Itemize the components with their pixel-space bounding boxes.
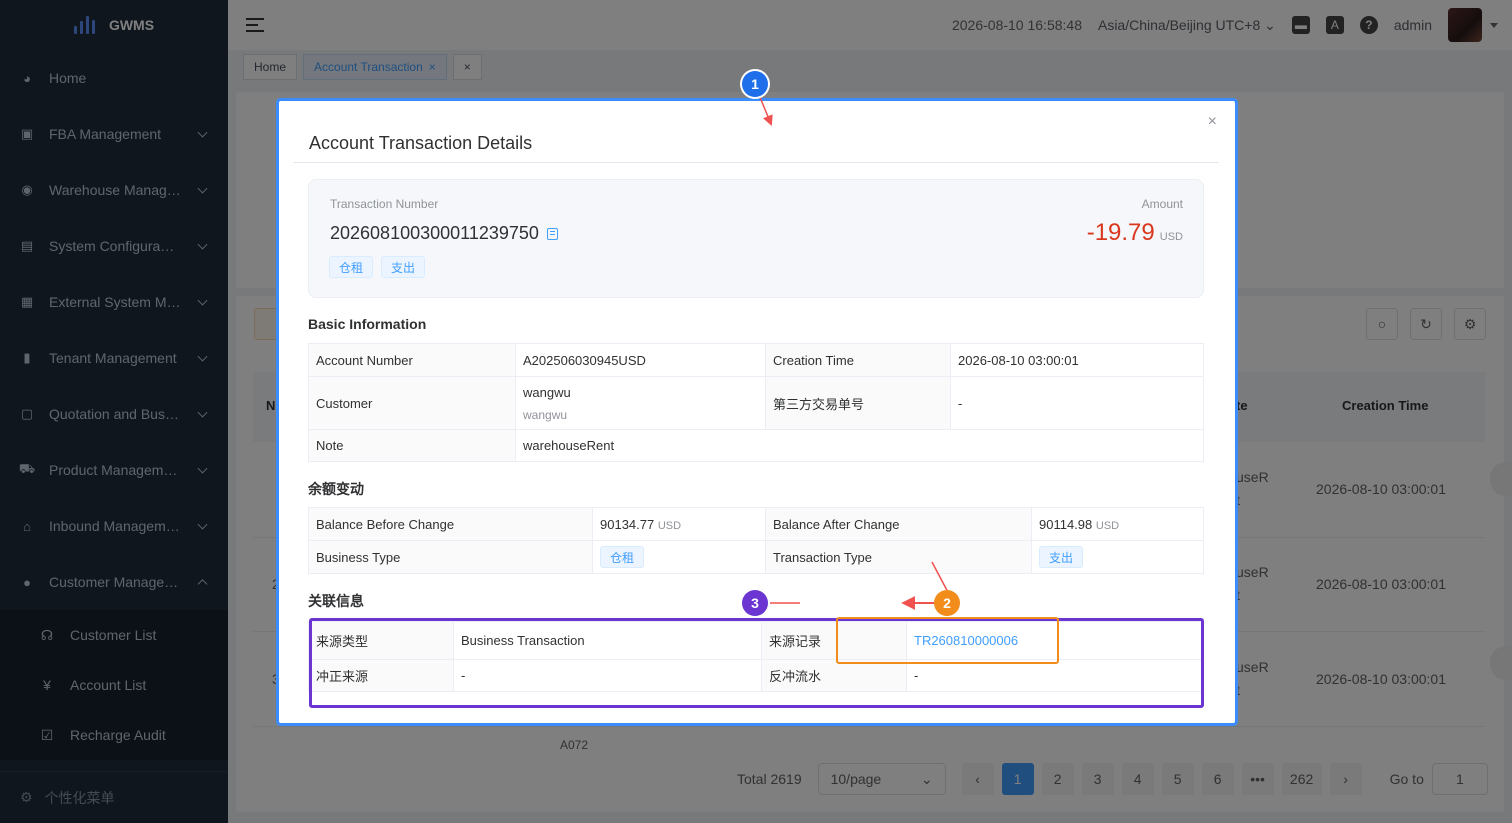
note-value: warehouseRent — [515, 429, 1204, 462]
dialog-title: Account Transaction Details — [309, 133, 533, 153]
copy-icon[interactable] — [546, 227, 558, 240]
transaction-type-tag: 支出 — [1039, 546, 1084, 568]
table-row: Note warehouseRent — [308, 429, 1204, 462]
transaction-number-label: Transaction Number — [330, 197, 439, 211]
transaction-type-cell: 支出 — [1031, 540, 1204, 574]
third-party-label: 第三方交易单号 — [765, 376, 951, 430]
annotation-box-related-info — [309, 618, 1204, 708]
amount: -19.79 USD — [1087, 219, 1183, 247]
customer-code: wangwu — [523, 407, 568, 422]
business-type-label: Business Type — [308, 540, 593, 574]
amount-currency: USD — [1159, 231, 1183, 243]
transaction-number: 202608100300011239750 — [330, 223, 558, 244]
note-label: Note — [308, 429, 516, 462]
business-type-cell: 仓租 — [592, 540, 766, 574]
table-row: Account Number A202506030945USD Creation… — [308, 343, 1204, 377]
creation-time-value: 2026-08-10 03:00:01 — [950, 343, 1204, 377]
amount-value: -19.79 — [1086, 219, 1155, 246]
third-party-value: - — [950, 376, 1204, 430]
balance-before-amount: 90134.77 — [600, 516, 655, 532]
basic-info-table: Account Number A202506030945USD Creation… — [308, 343, 1204, 462]
business-type-tag: 仓租 — [329, 256, 374, 278]
creation-time-label: Creation Time — [765, 343, 951, 377]
customer-label: Customer — [308, 376, 516, 430]
balance-after-amount: 90114.98 — [1039, 516, 1093, 532]
balance-after-unit: USD — [1095, 519, 1120, 532]
balance-before-label: Balance Before Change — [308, 507, 593, 541]
balance-change-table: Balance Before Change 90134.77 USD Balan… — [308, 507, 1204, 574]
customer-value: wangwu wangwu — [515, 376, 766, 430]
transaction-type-tag: 支出 — [381, 256, 426, 278]
balance-before-value: 90134.77 USD — [592, 507, 766, 541]
transaction-number-value: 202608100300011239750 — [330, 223, 539, 243]
related-info-title: 关联信息 — [308, 593, 364, 609]
annotation-box-source-record — [836, 617, 1059, 664]
amount-label: Amount — [1141, 197, 1183, 211]
close-icon[interactable]: × — [1208, 113, 1217, 131]
balance-after-label: Balance After Change — [765, 507, 1032, 541]
balance-before-unit: USD — [657, 519, 682, 532]
account-number-value: A202506030945USD — [515, 343, 766, 377]
balance-after-value: 90114.98 USD — [1031, 507, 1204, 541]
summary-tags: 仓租 支出 — [329, 256, 426, 278]
table-row: Customer wangwu wangwu 第三方交易单号 - — [308, 376, 1204, 430]
annotation-badge-1: 1 — [742, 71, 768, 97]
account-number-label: Account Number — [308, 343, 516, 377]
customer-name: wangwu — [523, 384, 571, 400]
table-row: Business Type 仓租 Transaction Type 支出 — [308, 540, 1204, 574]
transaction-summary-card: Transaction Number 202608100300011239750… — [308, 179, 1204, 298]
dialog-divider — [293, 162, 1219, 163]
basic-info-title: Basic Information — [308, 316, 427, 332]
balance-change-title: 余额变动 — [308, 481, 364, 497]
transaction-type-label: Transaction Type — [765, 540, 1032, 574]
business-type-tag: 仓租 — [600, 546, 645, 568]
annotation-badge-3: 3 — [742, 590, 768, 616]
annotation-badge-2: 2 — [934, 590, 960, 616]
table-row: Balance Before Change 90134.77 USD Balan… — [308, 507, 1204, 541]
